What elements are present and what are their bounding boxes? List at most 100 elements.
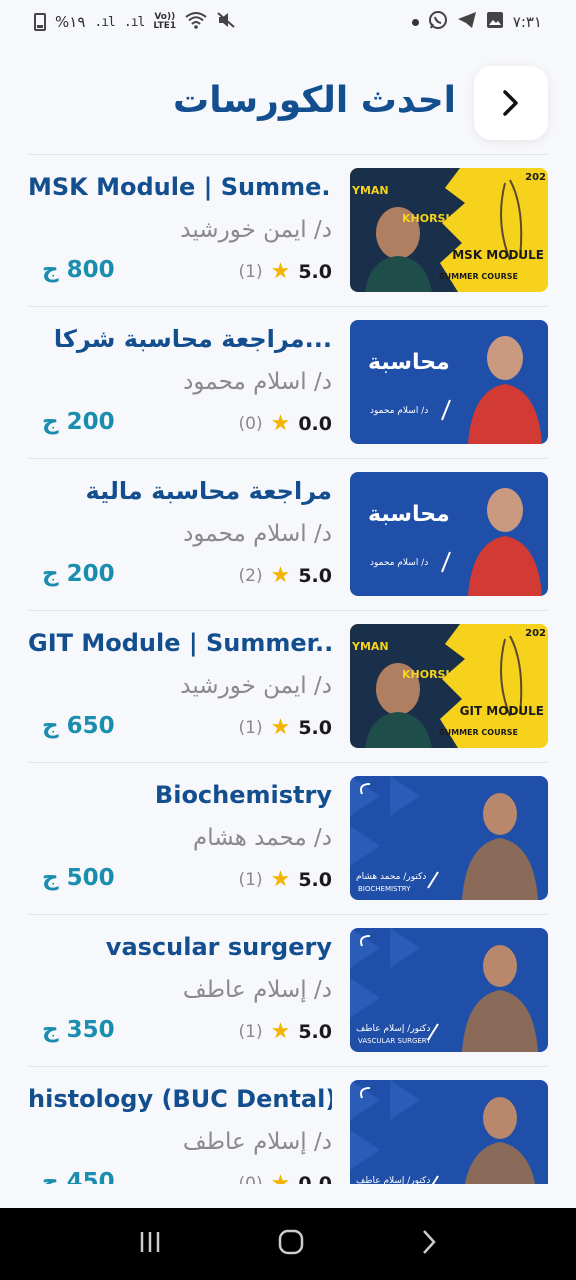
course-card[interactable]: دكتور/ إسلام عاطف VASCULAR SURGERY vascu… [28,914,548,1066]
course-instructor: د/ اسلام محمود [183,369,332,395]
course-card[interactable]: محاسبة د/ اسلام محمود مراجعة محاسبة مالي… [28,458,548,610]
rating-count: (0) [238,413,263,434]
rating-count: (0) [238,1173,263,1185]
thumb-name-1: YMAN [352,184,389,197]
course-price: 800 ج [42,257,115,283]
course-card[interactable]: YMAN KHORSHED 202 GIT MODULE SUMMER COUR… [28,610,548,762]
recent-apps-icon [140,1232,160,1252]
course-instructor: د/ محمد هشام [192,825,332,851]
thumb-subtitle: BIOCHEMISTRY [358,885,411,893]
course-card[interactable]: دكتور/ محمد هشام BIOCHEMISTRY Biochemist… [28,762,548,914]
thumb-title: محاسبة [368,502,450,527]
course-title[interactable]: GIT Module | Summer... [28,629,332,657]
thumb-caption: د/ اسلام محمود [370,558,429,568]
home-button[interactable] [278,1229,304,1259]
thumb-caption: دكتور/ إسلام عاطف [356,1176,431,1184]
clock: ٧:٣١ [512,13,542,31]
rating-count: (1) [238,717,263,738]
course-card[interactable]: YMAN KHORSHED 202 MSK MODULE SUMMER COUR… [28,154,548,306]
battery-icon [34,13,46,31]
thumb-caption: دكتور/ إسلام عاطف [356,1024,431,1034]
course-title[interactable]: vascular surgery [28,933,332,961]
status-bar: %١٩ .ıl .ıl Vo)) LTE1 ٧:٣١ [0,0,576,44]
course-thumbnail-art [350,320,548,444]
course-instructor: د/ إسلام عاطف [182,1129,332,1155]
rating-value: 0.0 [298,412,332,435]
course-title[interactable]: مراجعة محاسبة شركا... [28,325,332,353]
mute-icon [216,11,236,33]
rating-row: (1) ★ 5.0 [239,867,333,892]
course-price: 450 ج [42,1169,115,1184]
home-icon [278,1229,304,1255]
back-button[interactable] [474,66,548,140]
rating-value: 0.0 [298,1172,332,1185]
star-icon: ★ [270,1171,291,1184]
thumb-name-2: KHORSHED [402,212,472,225]
star-icon: ★ [270,411,291,436]
star-icon: ★ [270,1019,291,1044]
course-info: مراجعة محاسبة مالية د/ اسلام محمود 200 ج… [28,459,332,611]
rating-row: (2) ★ 5.0 [239,563,333,588]
course-price: 200 ج [42,409,115,435]
course-thumbnail[interactable]: YMAN KHORSHED 202 GIT MODULE SUMMER COUR… [350,624,548,748]
thumb-year: 202 [525,628,546,639]
thumb-name-1: YMAN [352,640,389,653]
thumb-subtitle: VASCULAR SURGERY [358,1037,431,1045]
back-nav-button[interactable] [420,1229,438,1259]
rating-value: 5.0 [298,564,332,587]
course-card[interactable]: محاسبة د/ اسلام محمود مراجعة محاسبة شركا… [28,306,548,458]
gallery-icon [486,11,504,33]
rating-row: (0) ★ 0.0 [239,411,333,436]
course-instructor: د/ اسلام محمود [183,521,332,547]
course-thumbnail[interactable]: دكتور/ إسلام عاطف HISTOLOGY [350,1080,548,1184]
rating-value: 5.0 [298,1020,332,1043]
star-icon: ★ [270,867,291,892]
course-instructor: د/ ايمن خورشيد [180,673,332,699]
thumb-title: MSK MODULE [452,248,544,262]
notification-dot-icon [411,18,419,26]
rating-count: (1) [238,261,263,282]
rating-value: 5.0 [298,868,332,891]
course-thumbnail[interactable]: YMAN KHORSHED 202 MSK MODULE SUMMER COUR… [350,168,548,292]
course-instructor: د/ إسلام عاطف [182,977,332,1003]
course-list[interactable]: YMAN KHORSHED 202 MSK MODULE SUMMER COUR… [28,154,548,1184]
course-thumbnail[interactable]: دكتور/ محمد هشام BIOCHEMISTRY [350,776,548,900]
thumb-caption: دكتور/ محمد هشام [356,872,427,882]
rating-count: (2) [238,565,263,586]
chevron-right-icon [503,90,518,116]
rating-row: (1) ★ 5.0 [239,1019,333,1044]
course-thumbnail[interactable]: محاسبة د/ اسلام محمود [350,472,548,596]
course-info: GIT Module | Summer... د/ ايمن خورشيد 65… [28,611,332,763]
course-thumbnail[interactable]: دكتور/ إسلام عاطف VASCULAR SURGERY [350,928,548,1052]
telegram-icon [457,11,477,33]
course-thumbnail-art [350,1080,548,1184]
course-title[interactable]: histology (BUC Dental) [28,1085,332,1113]
course-price: 200 ج [42,561,115,587]
course-price: 650 ج [42,713,115,739]
rating-row: (1) ★ 5.0 [239,715,333,740]
back-nav-icon [423,1230,436,1254]
thumb-subtitle: SUMMER COURSE [438,272,518,281]
thumb-caption: د/ اسلام محمود [370,406,429,416]
course-instructor: د/ ايمن خورشيد [180,217,332,243]
status-left: %١٩ .ıl .ıl Vo)) LTE1 [34,11,236,33]
course-info: vascular surgery د/ إسلام عاطف 350 ج (1)… [28,915,332,1067]
course-thumbnail-art [350,472,548,596]
star-icon: ★ [270,715,291,740]
course-price: 350 ج [42,1017,115,1043]
course-title[interactable]: Biochemistry [28,781,332,809]
rating-count: (1) [238,869,263,890]
course-title[interactable]: MSK Module | Summe... [28,173,332,201]
course-price: 500 ج [42,865,115,891]
course-info: Biochemistry د/ محمد هشام 500 ج (1) ★ 5.… [28,763,332,915]
page-title: احدث الكورسات [173,80,456,121]
course-title[interactable]: مراجعة محاسبة مالية [28,477,332,505]
thumb-year: 202 [525,172,546,183]
rating-count: (1) [238,1021,263,1042]
course-card[interactable]: دكتور/ إسلام عاطف HISTOLOGY histology (B… [28,1066,548,1184]
recent-apps-button[interactable] [138,1230,162,1258]
status-right: ٧:٣١ [411,10,542,34]
course-thumbnail[interactable]: محاسبة د/ اسلام محمود [350,320,548,444]
rating-row: (1) ★ 5.0 [239,259,333,284]
thumb-title: GIT MODULE [459,704,544,718]
